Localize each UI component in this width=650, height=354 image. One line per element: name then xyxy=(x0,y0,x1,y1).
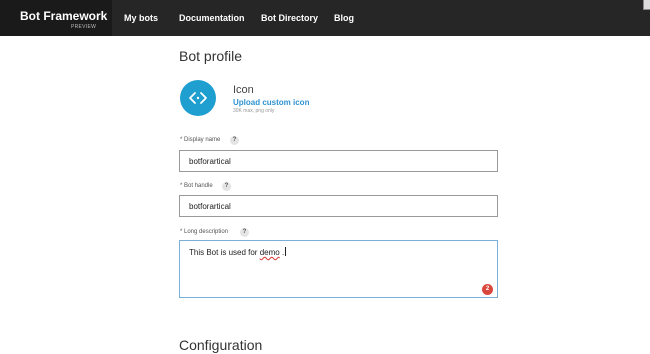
window-corner-button[interactable] xyxy=(643,0,650,10)
nav-blog[interactable]: Blog xyxy=(334,13,354,23)
brand-logo[interactable]: Bot Framework PREVIEW xyxy=(0,0,112,36)
display-name-input[interactable] xyxy=(179,150,498,172)
long-description-text: This Bot is used for demo . xyxy=(189,247,287,257)
nav-documentation[interactable]: Documentation xyxy=(179,13,245,23)
icon-label: Icon xyxy=(233,84,254,96)
text-caret xyxy=(285,247,287,256)
display-name-label: * Display name xyxy=(180,137,221,143)
spellcheck-error-badge[interactable]: 2 xyxy=(482,284,493,295)
long-description-textarea[interactable]: This Bot is used for demo . 2 xyxy=(179,240,498,298)
top-navigation-bar: Bot Framework PREVIEW My bots Documentat… xyxy=(0,0,650,36)
nav-my-bots[interactable]: My bots xyxy=(124,13,158,23)
upload-custom-icon-link[interactable]: Upload custom icon xyxy=(233,98,309,107)
page-title: Bot profile xyxy=(179,48,243,64)
bot-handle-label: * Bot handle xyxy=(180,183,213,189)
upload-hint: 30K max, png only xyxy=(233,108,275,114)
bot-handle-input[interactable] xyxy=(179,195,498,217)
display-name-help-icon[interactable]: ? xyxy=(230,136,239,145)
brand-preview-tag: PREVIEW xyxy=(71,24,97,30)
long-description-help-icon[interactable]: ? xyxy=(240,228,249,237)
configuration-heading: Configuration xyxy=(179,337,263,353)
long-description-label: * Long description xyxy=(180,229,229,235)
brand-name: Bot Framework xyxy=(20,9,108,23)
misspelled-word[interactable]: demo xyxy=(260,248,280,257)
nav-bot-directory[interactable]: Bot Directory xyxy=(261,13,318,23)
bot-code-icon[interactable] xyxy=(180,80,216,116)
bot-handle-help-icon[interactable]: ? xyxy=(222,182,231,191)
